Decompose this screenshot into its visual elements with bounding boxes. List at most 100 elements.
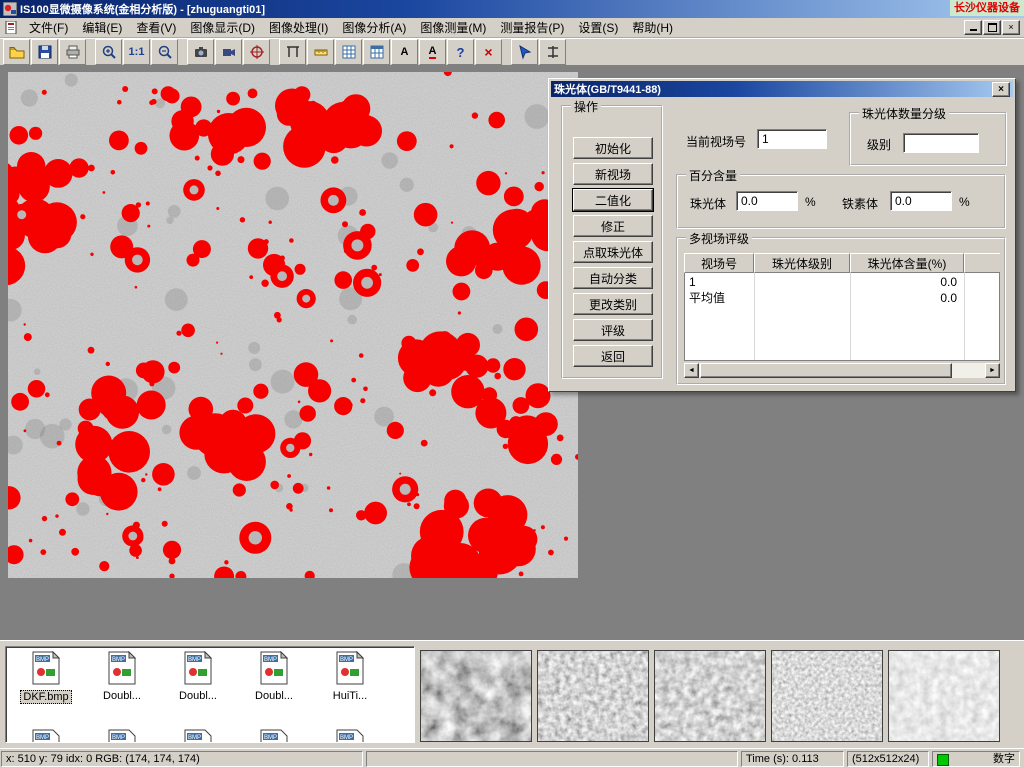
mode-panel: 数字 [932, 751, 1020, 767]
menu-help[interactable]: 帮助(H) [625, 17, 680, 38]
change-class-button[interactable]: 更改类别 [573, 293, 653, 315]
table-horizontal-scrollbar[interactable]: ◄ ► [684, 363, 1000, 378]
file-item-partial[interactable]: BMP [314, 729, 386, 743]
file-item[interactable]: BMP Doubl... [86, 651, 158, 702]
file-item-partial[interactable]: BMP [86, 729, 158, 743]
menu-file[interactable]: 文件(F) [22, 17, 75, 38]
font-button[interactable]: A [391, 39, 418, 65]
grade-label: 级别 [867, 136, 891, 153]
grade-input[interactable] [903, 133, 979, 153]
zoom-out-icon [157, 44, 173, 60]
help-icon: ? [457, 45, 465, 60]
restore-icon [988, 23, 997, 32]
thumbnail-3[interactable] [654, 650, 766, 742]
header-pearlite-pct[interactable]: 珠光体含量(%) [850, 253, 964, 273]
header-pearlite-grade[interactable]: 珠光体级别 [754, 253, 850, 273]
bmp-file-icon: BMP [336, 651, 364, 685]
scroll-right-button[interactable]: ► [985, 363, 1000, 378]
video-button[interactable] [215, 39, 242, 65]
zoom-out-button[interactable] [151, 39, 178, 65]
file-item[interactable]: BMP HuiTi... [314, 651, 386, 702]
micrograph-image[interactable] [8, 72, 578, 578]
ferrite-percent-input[interactable]: 0.0 [890, 191, 952, 211]
camera-button[interactable] [187, 39, 214, 65]
menu-view[interactable]: 查看(V) [129, 17, 183, 38]
thumbnail-4[interactable] [771, 650, 883, 742]
file-item[interactable]: BMP DKF.bmp [10, 651, 82, 704]
header-field-no[interactable]: 视场号 [684, 253, 754, 273]
thumbnail-5[interactable] [888, 650, 1000, 742]
table-row[interactable]: 平均值 0.0 [685, 290, 1000, 306]
table-row[interactable]: 1 0.0 [685, 274, 1000, 290]
cursor-position-panel: x: 510 y: 79 idx: 0 RGB: (174, 174, 174) [1, 751, 363, 767]
svg-text:BMP: BMP [340, 735, 353, 741]
bmp-file-icon: BMP [32, 651, 60, 685]
table-button[interactable] [363, 39, 390, 65]
actual-size-button[interactable]: 1:1 [123, 39, 150, 65]
file-name: DKF.bmp [20, 690, 71, 704]
grid-icon [341, 44, 357, 60]
mdi-minimize-button[interactable] [964, 20, 982, 35]
zoom-in-button[interactable] [95, 39, 122, 65]
file-item-partial[interactable]: BMP [162, 729, 234, 743]
capture-button[interactable] [243, 39, 270, 65]
correct-button[interactable]: 修正 [573, 215, 653, 237]
file-name: Doubl... [177, 690, 219, 702]
font-style-button[interactable]: A [419, 39, 446, 65]
scrollbar-thumb[interactable] [700, 363, 952, 378]
cell-ferrite [965, 274, 1000, 290]
ruler-button[interactable] [307, 39, 334, 65]
menu-image-analysis[interactable]: 图像分析(A) [335, 17, 413, 38]
percent-group: 百分含量 珠光体 0.0 % 铁素体 0.0 % [676, 174, 1006, 229]
grid-button[interactable] [335, 39, 362, 65]
cell-grade [755, 274, 851, 290]
pointer-button[interactable] [511, 39, 538, 65]
delete-button[interactable]: × [475, 39, 502, 65]
toolbar: 1:1 A A ? × [0, 38, 1024, 66]
caliper-button[interactable] [279, 39, 306, 65]
binarize-button[interactable]: 二值化 [573, 189, 653, 211]
measure-gate-button[interactable] [539, 39, 566, 65]
print-button[interactable] [59, 39, 86, 65]
menu-image-process[interactable]: 图像处理(I) [262, 17, 335, 38]
mdi-close-button[interactable]: × [1002, 20, 1020, 35]
open-button[interactable] [3, 39, 30, 65]
initialize-button[interactable]: 初始化 [573, 137, 653, 159]
return-button[interactable]: 返回 [573, 345, 653, 367]
file-item[interactable]: BMP Doubl... [238, 651, 310, 702]
new-field-button[interactable]: 新视场 [573, 163, 653, 185]
help-button[interactable]: ? [447, 39, 474, 65]
auto-classify-button[interactable]: 自动分类 [573, 267, 653, 289]
save-button[interactable] [31, 39, 58, 65]
pearlite-percent-input[interactable]: 0.0 [736, 191, 798, 211]
scroll-left-icon: ◄ [688, 367, 695, 374]
thumbnail-2[interactable] [537, 650, 649, 742]
file-name: HuiTi... [331, 690, 369, 702]
rating-table-header: 视场号 珠光体级别 珠光体含量(%) 铁素 [684, 253, 1000, 273]
cell-grade [755, 290, 851, 306]
file-item-partial[interactable]: BMP [10, 729, 82, 743]
pick-pearlite-button[interactable]: 点取珠光体 [573, 241, 653, 263]
menu-measure-report[interactable]: 测量报告(P) [493, 17, 571, 38]
thumbnail-1[interactable] [420, 650, 532, 742]
cell-pearlite-pct: 0.0 [851, 274, 965, 290]
delete-x-icon: × [484, 44, 492, 60]
mode-label: 数字 [993, 752, 1015, 766]
menu-image-measure[interactable]: 图像测量(M) [413, 17, 493, 38]
current-field-input[interactable]: 1 [757, 129, 827, 149]
menu-image-display[interactable]: 图像显示(D) [183, 17, 262, 38]
scroll-left-button[interactable]: ◄ [684, 363, 699, 378]
file-item-partial[interactable]: BMP [238, 729, 310, 743]
menu-edit[interactable]: 编辑(E) [75, 17, 129, 38]
svg-text:BMP: BMP [112, 735, 125, 741]
vendor-watermark: 长沙仪器设备 [950, 0, 1024, 16]
menu-settings[interactable]: 设置(S) [571, 17, 625, 38]
dialog-close-button[interactable]: × [992, 82, 1010, 97]
multi-field-group: 多视场评级 视场号 珠光体级别 珠光体含量(%) 铁素 1 0.0 平均 [676, 237, 1006, 385]
file-item[interactable]: BMP Doubl... [162, 651, 234, 702]
mdi-restore-button[interactable] [983, 20, 1001, 35]
toolbar-separator [87, 41, 94, 63]
header-ferrite[interactable]: 铁素 [964, 253, 1000, 273]
grade-button[interactable]: 评级 [573, 319, 653, 341]
ferrite-percent-sign: % [959, 195, 970, 209]
